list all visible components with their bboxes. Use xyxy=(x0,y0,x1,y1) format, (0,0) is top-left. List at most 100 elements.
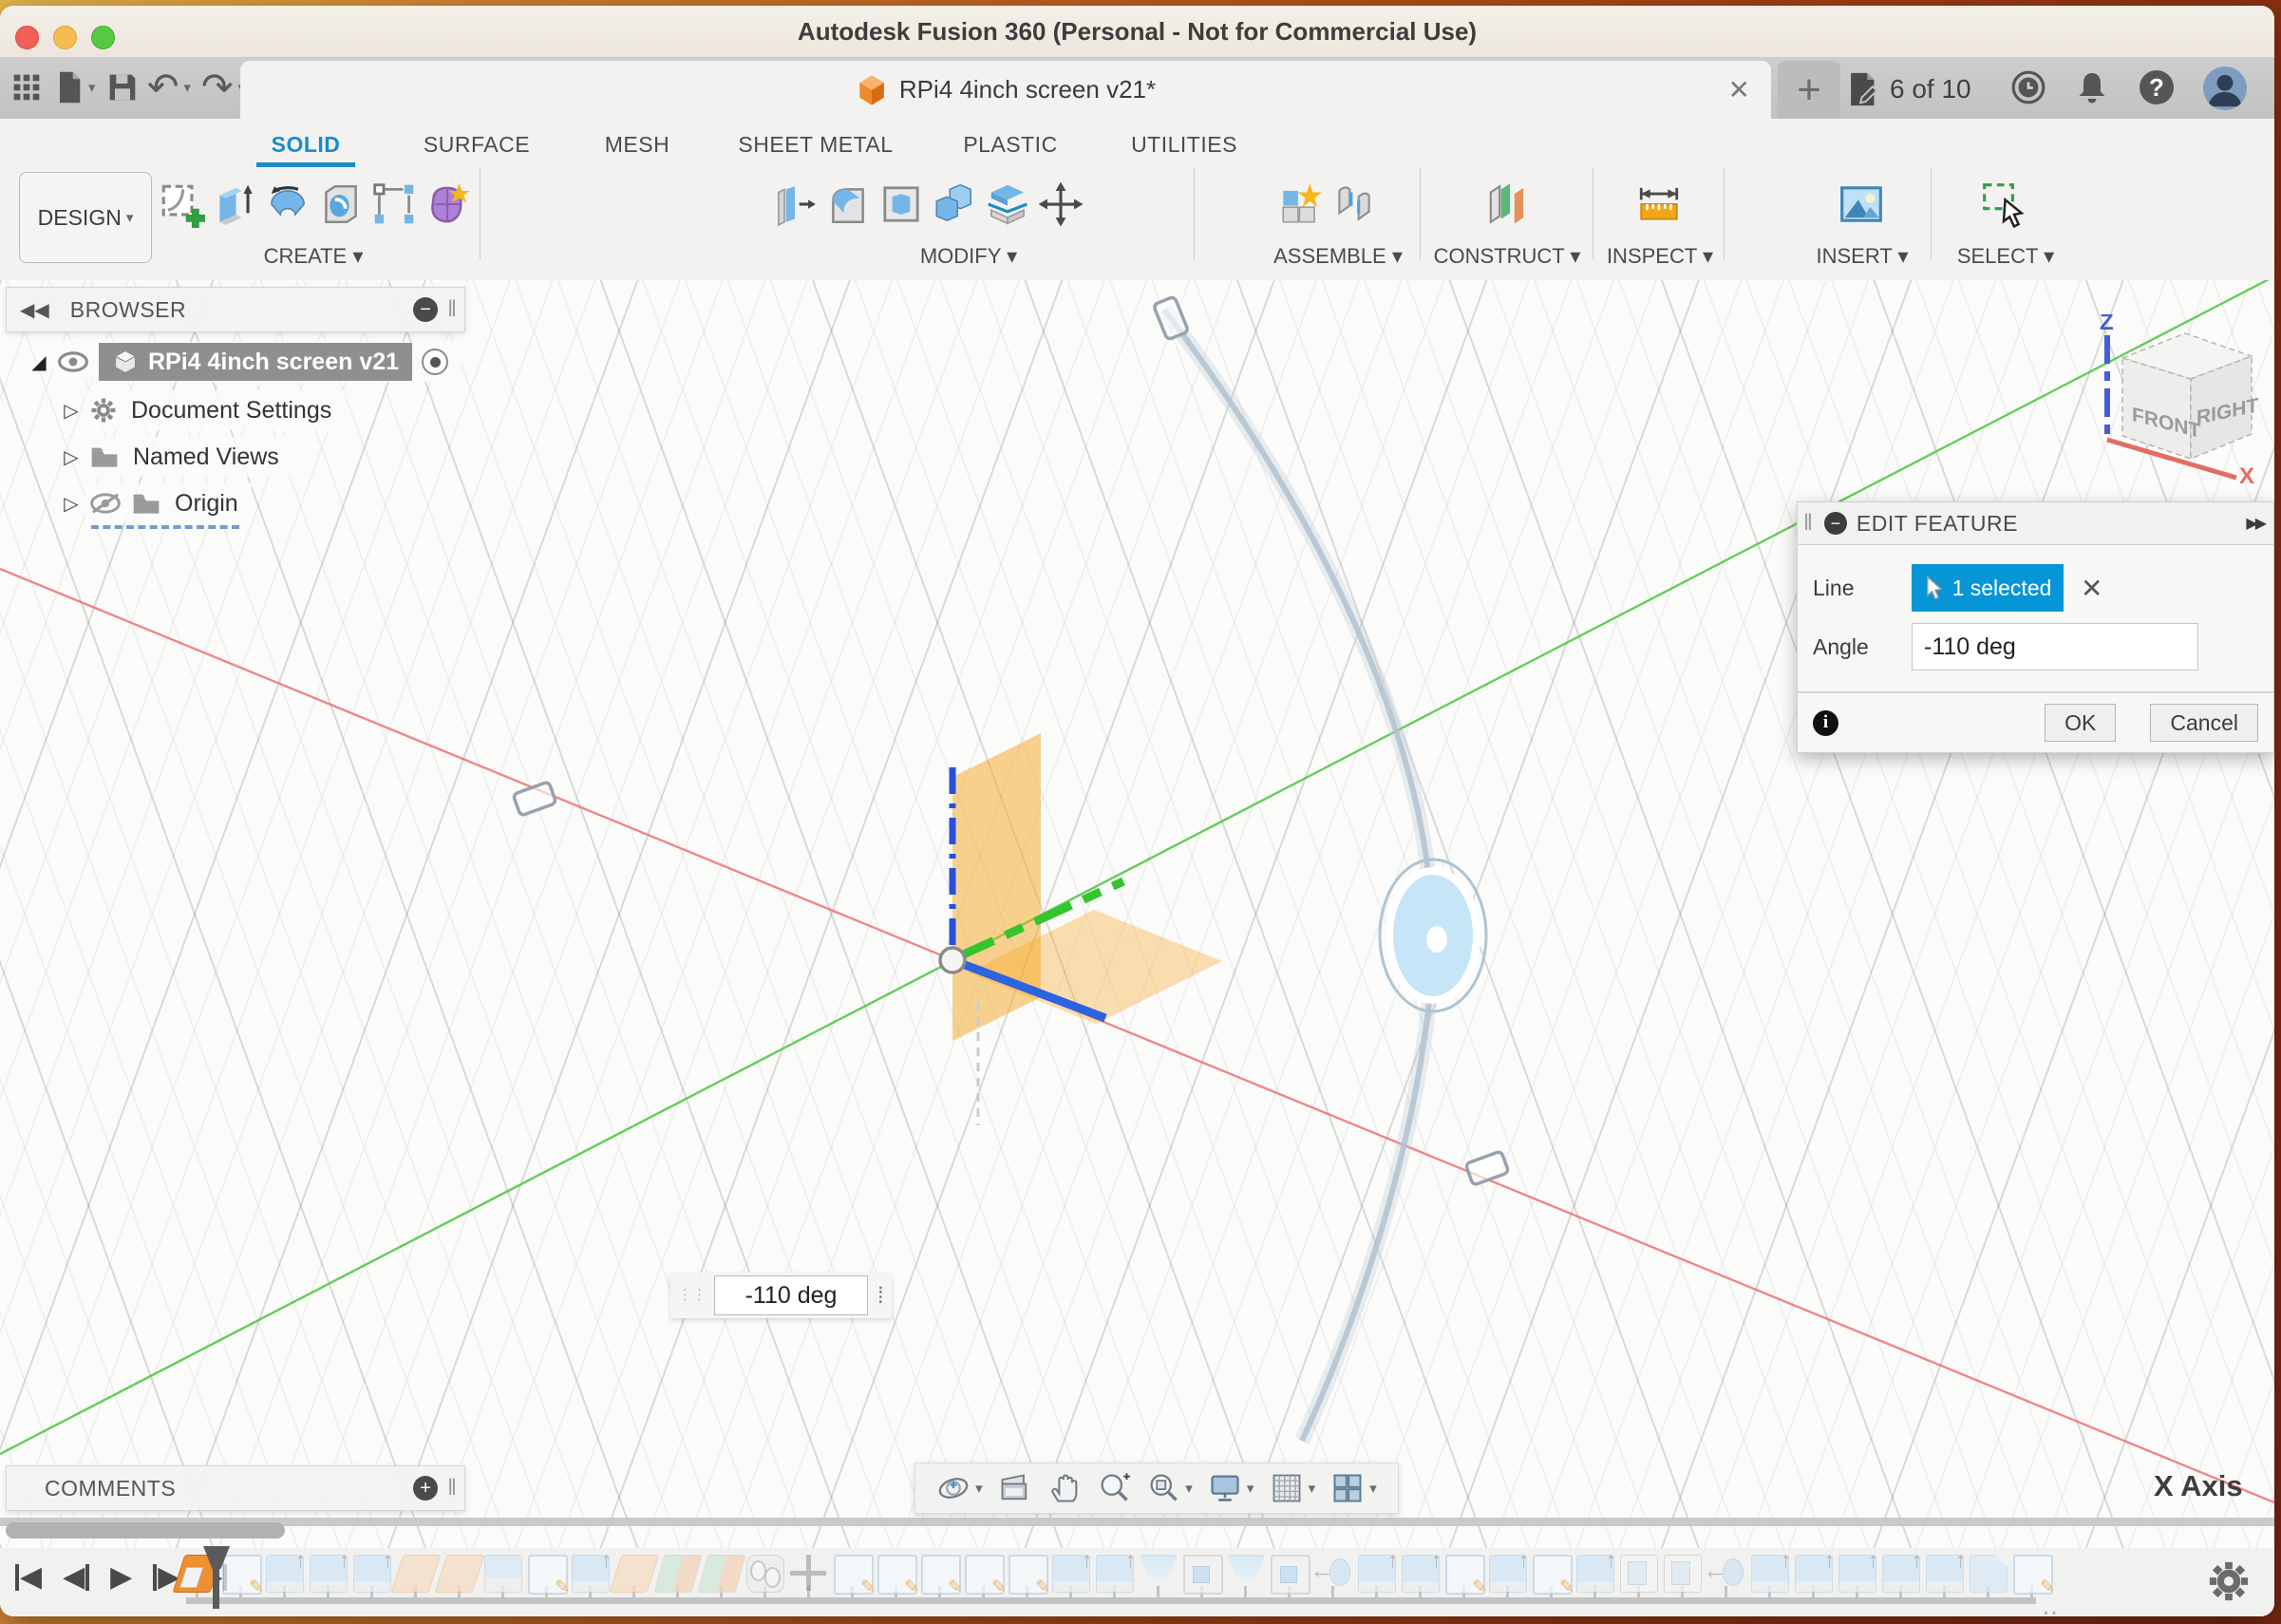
timeline-feature-extrude[interactable] xyxy=(266,1548,306,1593)
timeline-feature-planes[interactable] xyxy=(653,1555,703,1593)
document-tab[interactable]: RPi4 4inch screen v21* ✕ xyxy=(240,61,1771,119)
timeline-feature-box[interactable] xyxy=(484,1555,522,1593)
insert-canvas-button[interactable] xyxy=(1838,174,1885,235)
create-sketch-button[interactable] xyxy=(158,174,205,235)
browser-panel-header[interactable]: ◀◀ BROWSER − ‖ xyxy=(6,287,465,332)
add-comment-icon[interactable]: + xyxy=(413,1476,439,1501)
browser-item-origin[interactable]: ▷ Origin xyxy=(57,483,252,523)
new-component-button[interactable] xyxy=(1277,174,1325,235)
split-body-button[interactable] xyxy=(984,174,1031,235)
angle-panel-grip[interactable]: ⋮⋮ xyxy=(678,1288,707,1302)
timeline-feature-sketch[interactable] xyxy=(834,1555,876,1598)
canvas-angle-input[interactable]: -110 deg xyxy=(714,1275,868,1315)
pan-button[interactable] xyxy=(1047,1471,1082,1505)
horizontal-sketch-plane[interactable] xyxy=(968,910,1222,1024)
expander-icon[interactable]: ▷ xyxy=(57,445,85,469)
timeline-feature-sketch[interactable] xyxy=(965,1555,1007,1598)
document-tab-close-icon[interactable]: ✕ xyxy=(1728,74,1750,105)
create-form-button[interactable] xyxy=(424,174,471,235)
browser-collapse-icon[interactable]: ◀◀ xyxy=(20,298,49,322)
timeline-feature-extrude[interactable] xyxy=(1795,1548,1835,1593)
timeline-feature-cylinders[interactable] xyxy=(746,1555,784,1593)
timeline-feature-extrude[interactable] xyxy=(1489,1548,1529,1593)
notifications-button[interactable] xyxy=(2075,68,2109,106)
activate-component-radio[interactable] xyxy=(422,349,449,375)
vertical-sketch-plane[interactable] xyxy=(952,733,1041,1041)
timeline-feature-extrude[interactable] xyxy=(572,1548,612,1593)
browser-item-named-views[interactable]: ▷ Named Views xyxy=(57,437,292,477)
timeline-feature-extrude[interactable] xyxy=(1402,1548,1442,1593)
job-history-button[interactable] xyxy=(2010,68,2046,106)
ribbon-tab-mesh[interactable]: MESH xyxy=(605,132,669,158)
timeline-track[interactable] xyxy=(186,1597,2036,1604)
rotate-handle[interactable] xyxy=(1386,867,1480,1004)
browser-item-document-settings[interactable]: ▷ Document Settings xyxy=(57,390,346,430)
create-group-label[interactable]: CREATE ▾ xyxy=(264,244,364,269)
timeline-feature-move[interactable] xyxy=(790,1555,826,1591)
new-tab-button[interactable]: + xyxy=(1778,61,1840,119)
rotate-arc[interactable] xyxy=(1161,308,1436,1443)
timeline-feature-sketch[interactable] xyxy=(528,1555,570,1598)
timeline-feature-extrude[interactable] xyxy=(1576,1548,1616,1593)
profile-handle[interactable] xyxy=(1153,295,1189,341)
combine-button[interactable] xyxy=(931,174,978,235)
timeline-feature-shell[interactable] xyxy=(1183,1555,1223,1595)
hole-button[interactable] xyxy=(317,174,365,235)
assemble-group-label[interactable]: ASSEMBLE ▾ xyxy=(1273,244,1403,269)
shell-button[interactable] xyxy=(877,174,925,235)
browser-minimize-icon[interactable]: − xyxy=(413,297,439,322)
line-selected-button[interactable]: 1 selected xyxy=(1912,564,2064,612)
expander-open-icon[interactable]: ◢ xyxy=(25,350,53,374)
timeline-feature-extrude[interactable] xyxy=(1096,1548,1136,1593)
revolve-button[interactable] xyxy=(264,174,311,235)
inspect-group-label[interactable]: INSPECT ▾ xyxy=(1607,244,1713,269)
visibility-off-eye-icon[interactable] xyxy=(89,492,122,515)
insert-group-label[interactable]: INSERT ▾ xyxy=(1816,244,1908,269)
comments-panel-header[interactable]: COMMENTS + ‖ xyxy=(6,1465,465,1511)
display-settings-button[interactable]: ▾ xyxy=(1208,1471,1254,1505)
select-group-label[interactable]: SELECT ▾ xyxy=(1957,244,2054,269)
y-axis-handle[interactable] xyxy=(955,877,1125,962)
timeline-feature-extrude[interactable] xyxy=(1882,1548,1922,1593)
press-pull-button[interactable] xyxy=(771,174,819,235)
timeline-feature-plane[interactable] xyxy=(609,1555,660,1593)
view-cube[interactable]: Z X FRONT RIGHT xyxy=(2094,314,2274,485)
profile-handle[interactable] xyxy=(512,781,557,817)
angle-panel-menu-icon[interactable]: ⁞ xyxy=(877,1284,884,1307)
timeline-feature-sketch[interactable] xyxy=(1009,1555,1050,1598)
timeline-feature-extrude[interactable] xyxy=(1751,1548,1791,1593)
comments-drag-grip[interactable]: ‖ xyxy=(447,1475,457,1501)
visibility-eye-icon[interactable] xyxy=(57,351,89,372)
timeline-feature-shell[interactable] xyxy=(1271,1555,1310,1595)
timeline-feature-planes[interactable] xyxy=(697,1555,746,1593)
dialog-collapse-icon[interactable]: − xyxy=(1823,512,1847,535)
timeline-feature-extrude[interactable] xyxy=(1838,1548,1878,1593)
timeline-feature-sketch[interactable] xyxy=(877,1555,919,1598)
construct-plane-button[interactable] xyxy=(1483,174,1531,235)
cancel-button[interactable]: Cancel xyxy=(2150,704,2258,742)
edit-feature-dialog-header[interactable]: ‖ − EDIT FEATURE ▶▶ xyxy=(1797,501,2274,545)
go-to-start-button[interactable]: ◀ xyxy=(15,1563,42,1592)
redo-button[interactable]: ↷ ▾ xyxy=(201,68,245,106)
timeline-feature-sketch[interactable] xyxy=(1533,1555,1574,1598)
angle-input[interactable]: -110 deg xyxy=(1912,623,2198,670)
user-avatar[interactable] xyxy=(2203,66,2247,110)
timeline-feature-extrude[interactable] xyxy=(1052,1548,1092,1593)
zoom-button[interactable] xyxy=(1097,1471,1131,1505)
timeline-feature-sketch[interactable] xyxy=(1445,1555,1487,1598)
ribbon-tab-solid[interactable]: SOLID xyxy=(272,132,341,158)
browser-drag-grip[interactable]: ‖ xyxy=(447,296,457,323)
help-button[interactable]: ? xyxy=(2140,70,2174,104)
app-grid-button[interactable] xyxy=(11,68,42,106)
browser-root-row[interactable]: ◢ RPi4 4inch screen v21 xyxy=(25,342,462,382)
extrude-button[interactable] xyxy=(211,174,258,235)
pattern-button[interactable] xyxy=(370,174,418,235)
timeline-feature-boxes[interactable] xyxy=(1620,1555,1658,1593)
play-button[interactable]: ▶ xyxy=(110,1563,132,1592)
timeline-feature-plane[interactable] xyxy=(390,1555,442,1593)
ribbon-tab-plastic[interactable]: PLASTIC xyxy=(963,132,1057,158)
timeline-feature-plane[interactable] xyxy=(434,1555,485,1593)
clear-selection-icon[interactable]: ✕ xyxy=(2081,573,2102,604)
ok-button[interactable]: OK xyxy=(2045,704,2117,742)
origin-point[interactable] xyxy=(938,946,967,974)
